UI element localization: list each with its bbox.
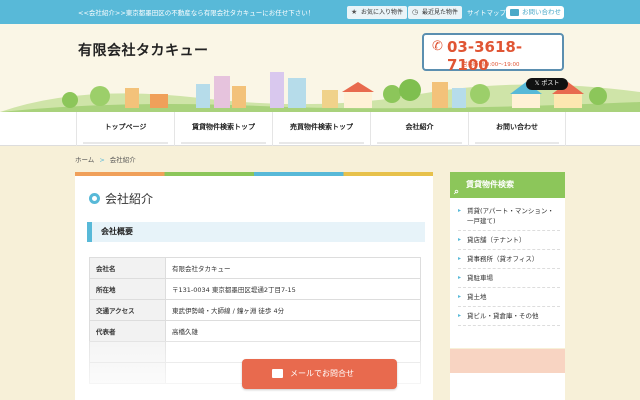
page-title-text: 会社紹介	[105, 192, 154, 206]
mail-inquiry-button[interactable]: メールでお問合せ	[242, 359, 397, 389]
circle-icon	[89, 193, 100, 204]
company-logo-title[interactable]: 有限会社タカキュー	[78, 40, 209, 60]
recent-label: 最近見た物件	[422, 9, 459, 16]
row-key: 所在地	[89, 278, 166, 300]
x-post-label: ポスト	[541, 80, 560, 87]
row-value: 有限会社タカキュー	[165, 257, 421, 279]
sidebar-item-land[interactable]: 貸土地	[458, 288, 560, 307]
clock-icon: ◷	[412, 8, 419, 16]
contact-label: お問い合わせ	[522, 8, 561, 16]
nav-item-sale-search[interactable]: 売買物件検索トップ	[272, 112, 370, 146]
nav-item-rental-search[interactable]: 賃貸物件検索トップ	[174, 112, 272, 146]
phone-icon: ✆	[432, 39, 443, 54]
sidebar-heading-text: 賃貸物件検索	[466, 180, 514, 189]
recent-viewed-button[interactable]: ◷ 最近見た物件	[408, 6, 463, 19]
page-title: 会社紹介	[89, 190, 153, 207]
row-key: 代表者	[89, 320, 166, 342]
sidebar-item-rental-housing[interactable]: 賃貸(アパート・マンション・一戸建て)	[458, 202, 560, 231]
row-key: 会社名	[89, 257, 166, 279]
envelope-icon	[272, 369, 283, 378]
main-nav: トップページ 賃貸物件検索トップ 売買物件検索トップ 会社紹介 お問い合わせ	[0, 112, 640, 146]
table-row: 代表者 高橋久雄	[89, 320, 421, 342]
color-stripe	[75, 172, 433, 176]
envelope-icon	[510, 9, 519, 16]
table-row: 交通アクセス 東武伊勢崎・大師線 / 鐘ヶ淵 徒歩 4分	[89, 299, 421, 321]
sidebar-rental-search: ⌕ 賃貸物件検索 賃貸(アパート・マンション・一戸建て) 貸店舗（テナント） 貸…	[450, 172, 565, 348]
top-info-bar: <<会社紹介>>東京都墨田区の不動産なら有限会社タカキューにお任せ下さい！ ★ …	[0, 0, 640, 24]
row-value: 東武伊勢崎・大師線 / 鐘ヶ淵 徒歩 4分	[165, 299, 421, 321]
star-icon: ★	[351, 8, 358, 16]
sidebar-item-office[interactable]: 貸事務所（貸オフィス）	[458, 250, 560, 269]
section-heading: 会社概要	[87, 222, 425, 242]
nav-item-contact[interactable]: お問い合わせ	[468, 112, 566, 146]
table-row: 所在地 〒131-0034 東京都墨田区堤通2丁目7-15	[89, 278, 421, 300]
breadcrumb-current: 会社紹介	[109, 156, 136, 164]
sidebar-list: 賃貸(アパート・マンション・一戸建て) 貸店舗（テナント） 貸事務所（貸オフィス…	[458, 202, 560, 326]
row-value: 高橋久雄	[165, 320, 421, 342]
nav-item-top[interactable]: トップページ	[76, 112, 174, 146]
sitemap-link[interactable]: サイトマップ	[467, 7, 506, 17]
sidebar-sale-search	[450, 349, 565, 400]
sidebar-item-parking[interactable]: 貸駐車場	[458, 269, 560, 288]
row-key: 交通アクセス	[89, 299, 166, 321]
site-tagline: <<会社紹介>>東京都墨田区の不動産なら有限会社タカキューにお任せ下さい！	[78, 9, 315, 17]
row-value: 〒131-0034 東京都墨田区堤通2丁目7-15	[165, 278, 421, 300]
table-row: 会社名 有限会社タカキュー	[89, 257, 421, 279]
mail-inquiry-label: メールでお問合せ	[290, 369, 354, 378]
breadcrumb-home[interactable]: ホーム	[75, 156, 94, 164]
sidebar-item-tenant[interactable]: 貸店舗（テナント）	[458, 231, 560, 250]
x-post-button[interactable]: 𝕏 ポスト	[526, 78, 568, 90]
sidebar-item-building[interactable]: 貸ビル・貸倉庫・その他	[458, 307, 560, 326]
breadcrumb-separator: >	[99, 156, 105, 164]
sidebar-heading: ⌕ 賃貸物件検索	[450, 172, 565, 198]
header-contact-button[interactable]: お問い合わせ	[506, 6, 564, 19]
favorites-button[interactable]: ★ お気に入り物件	[347, 6, 408, 19]
site-header: 有限会社タカキュー ✆ 03-3618-7100 営業時間/9:00〜19:00…	[0, 24, 640, 112]
nav-item-company[interactable]: 会社紹介	[370, 112, 468, 146]
favorites-label: お気に入り物件	[361, 9, 404, 16]
sidebar-heading-2	[450, 349, 565, 373]
breadcrumb: ホーム > 会社紹介	[75, 154, 136, 164]
